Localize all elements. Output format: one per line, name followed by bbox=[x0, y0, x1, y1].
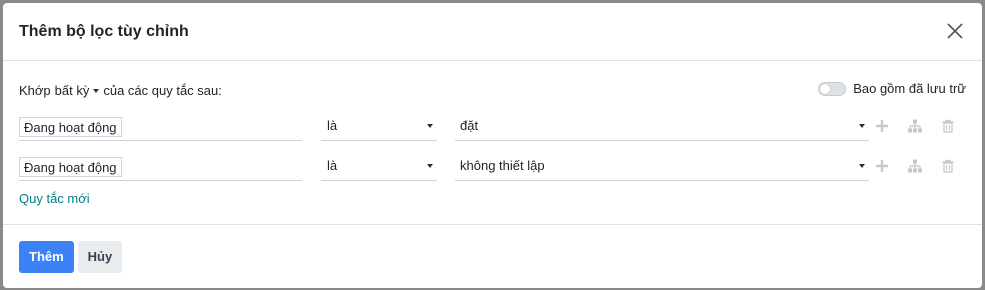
rule-field-select[interactable]: Đang hoạt động bbox=[19, 155, 302, 181]
rule-field-value: Đang hoạt động bbox=[19, 157, 122, 177]
hierarchy-icon[interactable] bbox=[907, 118, 923, 134]
include-archived-label: Bao gồm đã lưu trữ bbox=[853, 81, 966, 96]
rule-row: Đang hoạt động là không thiết lập bbox=[19, 155, 964, 181]
new-rule-link[interactable]: Quy tắc mới bbox=[19, 191, 90, 206]
plus-icon[interactable] bbox=[874, 118, 890, 134]
rule-operator-select[interactable]: là bbox=[321, 155, 437, 181]
trash-icon[interactable] bbox=[940, 158, 956, 174]
dialog-title: Thêm bộ lọc tùy chỉnh bbox=[19, 22, 189, 40]
match-row: Khớp bất kỳ của các quy tắc sau: bbox=[19, 83, 222, 98]
plus-icon[interactable] bbox=[874, 158, 890, 174]
add-button[interactable]: Thêm bbox=[19, 240, 74, 273]
close-icon[interactable] bbox=[946, 22, 966, 42]
dialog-body: Khớp bất kỳ của các quy tắc sau: Bao gồm… bbox=[3, 61, 982, 225]
include-archived-toggle[interactable] bbox=[818, 81, 847, 96]
custom-filter-dialog: Thêm bộ lọc tùy chỉnh Khớp bất kỳ của cá… bbox=[3, 3, 982, 288]
rule-actions bbox=[874, 155, 973, 177]
trash-icon[interactable] bbox=[940, 118, 956, 134]
match-suffix: của các quy tắc sau: bbox=[103, 83, 222, 98]
rule-value-value: không thiết lập bbox=[460, 158, 545, 173]
hierarchy-icon[interactable] bbox=[907, 158, 923, 174]
rule-operator-select[interactable]: là bbox=[321, 115, 437, 141]
rule-operator-value: là bbox=[327, 158, 338, 173]
rule-field-select[interactable]: Đang hoạt động bbox=[19, 115, 302, 141]
rule-field-value: Đang hoạt động bbox=[19, 117, 122, 137]
caret-down-icon bbox=[93, 88, 100, 93]
match-select[interactable]: bất kỳ bbox=[55, 83, 100, 98]
rule-actions bbox=[874, 115, 973, 137]
rule-value-select[interactable]: đặt bbox=[455, 115, 869, 141]
caret-down-icon bbox=[427, 164, 433, 168]
caret-down-icon bbox=[427, 124, 433, 128]
match-prefix: Khớp bbox=[19, 83, 51, 98]
cancel-button[interactable]: Hủy bbox=[77, 240, 123, 273]
caret-down-icon bbox=[859, 124, 865, 128]
include-archived: Bao gồm đã lưu trữ bbox=[818, 81, 966, 96]
rule-value-value: đặt bbox=[460, 118, 479, 133]
rule-value-select[interactable]: không thiết lập bbox=[455, 155, 869, 181]
dialog-header: Thêm bộ lọc tùy chỉnh bbox=[3, 3, 982, 61]
rule-operator-value: là bbox=[327, 118, 338, 133]
caret-down-icon bbox=[859, 164, 865, 168]
rule-row: Đang hoạt động là đặt bbox=[19, 115, 964, 141]
dialog-footer: Thêm Hủy bbox=[3, 225, 982, 288]
match-select-value: bất kỳ bbox=[54, 83, 90, 98]
